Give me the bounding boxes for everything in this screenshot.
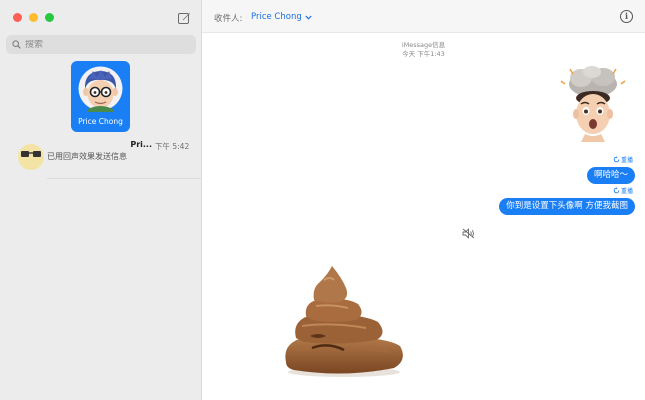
recipient-name: Price Chong <box>251 12 302 22</box>
poop-emoji <box>285 266 403 377</box>
replay-link[interactable]: 重播 <box>613 155 633 164</box>
search-icon <box>12 40 21 49</box>
compose-icon[interactable] <box>177 10 191 24</box>
conversation-name: Pri... <box>130 140 152 149</box>
recipient-label: 收件人: <box>214 14 243 24</box>
replay-icon <box>613 156 620 163</box>
replay-link[interactable]: 重播 <box>613 186 633 195</box>
pinned-contact[interactable]: Price Chong <box>71 61 130 132</box>
header-bar: 收件人: Price Chong i <box>202 0 645 33</box>
avatar <box>18 144 44 170</box>
glasses-icon <box>21 151 41 157</box>
divider <box>47 178 201 179</box>
avatar <box>78 66 123 112</box>
message-bubble[interactable]: 你到是设置下头像啊 方便我截图 <box>499 198 635 215</box>
conversation-pane: 收件人: Price Chong i iMessage信息 今天 下午1:43 <box>202 0 645 400</box>
sidebar: Price Chong Pri... 下午 5:42 已用回声效果发送信息 <box>0 0 202 400</box>
info-icon: i <box>624 11 629 21</box>
window-controls <box>13 13 54 22</box>
close-button[interactable] <box>13 13 22 22</box>
search-field[interactable] <box>6 35 196 54</box>
zoom-button[interactable] <box>45 13 54 22</box>
search-input[interactable] <box>25 39 185 50</box>
timestamp: 今天 下午1:43 <box>402 50 445 58</box>
conversation-preview: 已用回声效果发送信息 <box>47 152 127 161</box>
replay-label: 重播 <box>620 157 633 164</box>
chevron-down-icon <box>305 15 312 20</box>
memoji-sticker <box>560 66 626 142</box>
conversation-time: 下午 5:42 <box>155 142 190 151</box>
replay-icon <box>613 187 620 194</box>
recipient-chip[interactable]: Price Chong <box>247 10 316 24</box>
speaker-icon <box>462 228 475 239</box>
minimize-button[interactable] <box>29 13 38 22</box>
conversation-row[interactable]: Pri... 下午 5:42 已用回声效果发送信息 <box>0 139 201 179</box>
replay-label: 重播 <box>620 188 633 195</box>
message-bubble[interactable]: 啊哈哈～ <box>586 167 635 184</box>
pinned-contact-name: Price Chong <box>78 117 123 126</box>
service-label: iMessage信息 <box>401 41 446 49</box>
info-button[interactable]: i <box>620 10 633 23</box>
thread-header: iMessage信息 今天 下午1:43 <box>202 41 645 59</box>
